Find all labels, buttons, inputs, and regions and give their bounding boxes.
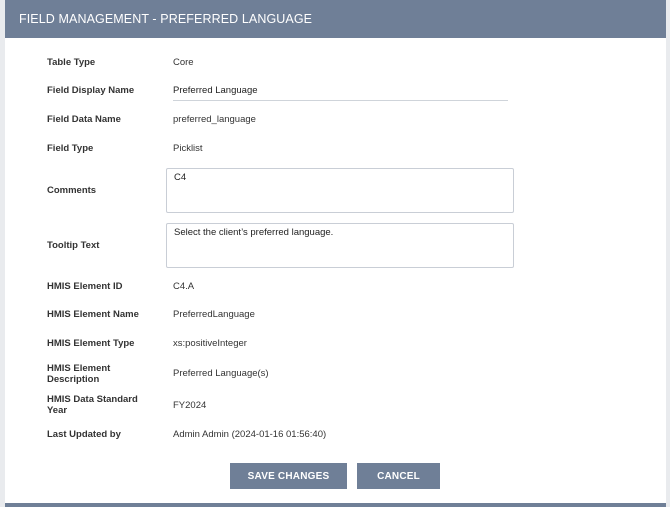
hmis-element-name-value: PreferredLanguage	[173, 309, 255, 320]
last-updated-by-value: Admin Admin (2024-01-16 01:56:40)	[173, 429, 327, 440]
footer-bar	[5, 503, 666, 507]
field-management-dialog: FIELD MANAGEMENT - PREFERRED LANGUAGE Ta…	[5, 0, 666, 507]
table-type-value: Core	[173, 57, 194, 68]
hmis-element-id-label: HMIS Element ID	[47, 281, 123, 292]
hmis-element-id-value: C4.A	[173, 281, 195, 292]
cancel-button[interactable]: CANCEL	[357, 463, 440, 489]
tooltip-text-textarea[interactable]: Select the client’s preferred language.	[166, 223, 514, 268]
field-type-label: Field Type	[47, 143, 94, 154]
hmis-data-standard-year-value: FY2024	[173, 400, 207, 411]
comments-textarea[interactable]: C4	[166, 168, 514, 213]
table-type-label: Table Type	[47, 57, 96, 68]
comments-label: Comments	[47, 185, 97, 196]
hmis-element-name-label: HMIS Element Name	[47, 309, 139, 320]
hmis-element-description-value: Preferred Language(s)	[173, 368, 269, 379]
last-updated-by-label: Last Updated by	[47, 429, 121, 440]
hmis-element-description-label: HMIS Element Description	[47, 363, 111, 385]
field-display-name-label: Field Display Name	[47, 85, 135, 96]
field-data-name-value: preferred_language	[173, 114, 256, 125]
tooltip-text-label: Tooltip Text	[47, 240, 100, 251]
field-data-name-label: Field Data Name	[47, 114, 121, 125]
field-type-value: Picklist	[173, 143, 203, 154]
dialog-title: FIELD MANAGEMENT - PREFERRED LANGUAGE	[5, 0, 666, 38]
hmis-element-type-value: xs:positiveInteger	[173, 338, 247, 349]
hmis-data-standard-year-label: HMIS Data Standard Year	[47, 394, 138, 416]
field-display-name-input[interactable]	[173, 80, 508, 101]
hmis-element-type-label: HMIS Element Type	[47, 338, 135, 349]
save-changes-button[interactable]: SAVE CHANGES	[230, 463, 347, 489]
